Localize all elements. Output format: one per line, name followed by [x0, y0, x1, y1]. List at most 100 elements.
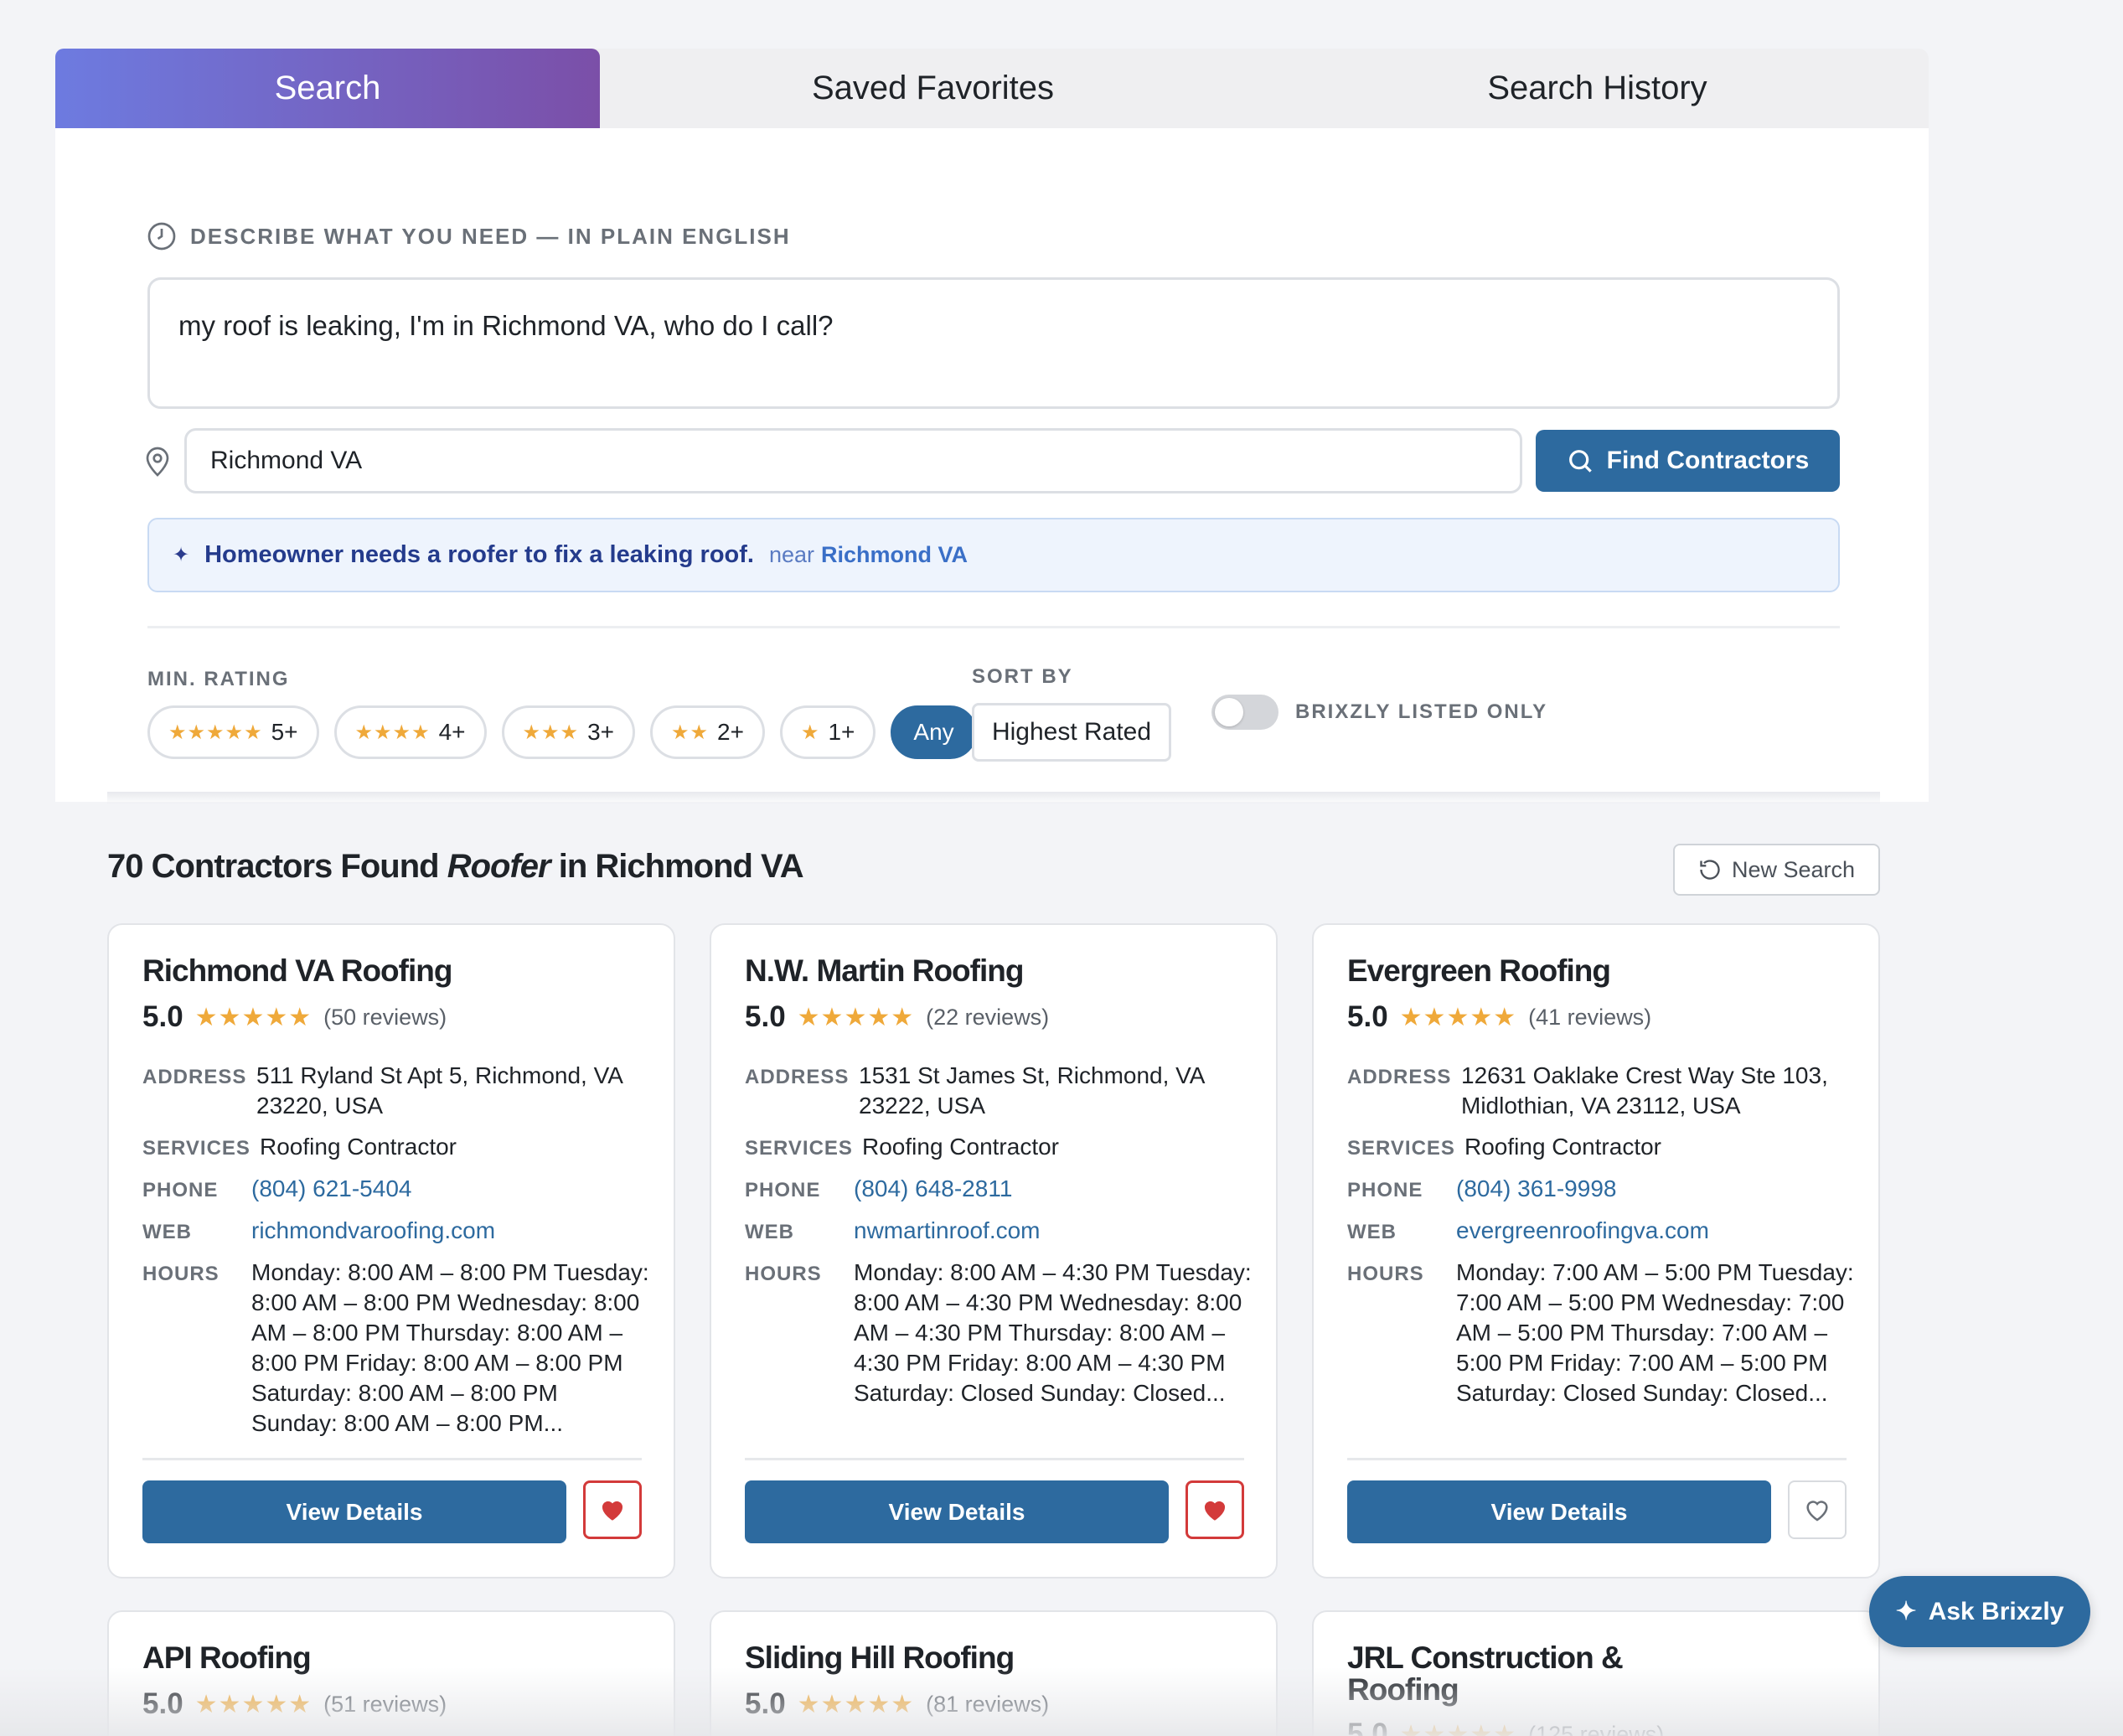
- search-icon: [1568, 450, 1592, 473]
- rating-chip-stars: ★★★★: [354, 721, 431, 744]
- rating-chip-label: 2+: [717, 719, 744, 745]
- contractor-name: Richmond VA Roofing: [142, 953, 452, 988]
- ask-brixzly-button[interactable]: ✦ Ask Brixzly: [1869, 1576, 2090, 1647]
- address-value: 1531 St James St, Richmond, VA 23222, US…: [859, 1062, 1204, 1119]
- rating-chip-5[interactable]: ★★★★★ 5+: [147, 705, 319, 759]
- rating-stars: ★★★★★: [194, 1690, 313, 1718]
- results-category: Roofer: [447, 848, 551, 885]
- review-count: (41 reviews): [1528, 1004, 1652, 1030]
- rating-chip-label: 5+: [271, 719, 298, 745]
- card-divider: [142, 1458, 642, 1460]
- web-label: WEB: [745, 1221, 794, 1243]
- sparkle-icon: ✦: [173, 544, 190, 566]
- results-count: 70 Contractors Found: [107, 848, 440, 885]
- rating-chip-2[interactable]: ★★ 2+: [650, 705, 765, 759]
- location-pin-icon: [146, 447, 169, 477]
- hours-label: HOURS: [1347, 1263, 1424, 1285]
- hours-value: Monday: 8:00 AM – 8:00 PM Tuesday: 8:00 …: [251, 1259, 649, 1436]
- card-divider: [745, 1458, 1244, 1460]
- review-count: (22 reviews): [926, 1004, 1050, 1030]
- review-count: (50 reviews): [323, 1004, 447, 1030]
- website-link[interactable]: nwmartinroof.com: [854, 1216, 1041, 1246]
- rating-row: 5.0 ★★★★★ (125 reviews): [1347, 1718, 1664, 1736]
- address-label: ADDRESS: [142, 1066, 247, 1088]
- find-contractors-button[interactable]: Find Contractors: [1536, 430, 1840, 492]
- rating-stars: ★★★★★: [1399, 1003, 1517, 1031]
- interpretation-summary: Homeowner needs a roofer to fix a leakin…: [204, 541, 754, 568]
- query-textarea[interactable]: my roof is leaking, I'm in Richmond VA, …: [147, 277, 1840, 409]
- tab-saved-favorites[interactable]: Saved Favorites: [600, 49, 1266, 128]
- interpretation-banner: ✦ Homeowner needs a roofer to fix a leak…: [147, 518, 1840, 592]
- rating-chip-label: Any: [913, 719, 954, 745]
- favorite-button[interactable]: [1185, 1480, 1244, 1539]
- tab-bar: Search Saved Favorites Search History: [55, 49, 1929, 128]
- rating-chip-stars: ★★: [671, 721, 710, 744]
- contractor-card: N.W. Martin Roofing 5.0 ★★★★★ (22 review…: [710, 923, 1278, 1578]
- rating-chip-label: 1+: [828, 719, 855, 745]
- tab-search[interactable]: Search: [55, 49, 600, 128]
- review-count: (51 reviews): [323, 1691, 447, 1717]
- rating-stars: ★★★★★: [1399, 1720, 1517, 1736]
- contractor-name: N.W. Martin Roofing: [745, 953, 1024, 988]
- listed-only-toggle[interactable]: [1211, 695, 1278, 730]
- rating-chip-3[interactable]: ★★★ 3+: [501, 705, 635, 759]
- rating-chip-any[interactable]: Any: [891, 705, 977, 759]
- new-search-button[interactable]: New Search: [1673, 844, 1880, 896]
- new-search-label: New Search: [1731, 856, 1856, 882]
- rating-score: 5.0: [1347, 1718, 1388, 1736]
- services-value: Roofing Contractor: [260, 1134, 457, 1160]
- refresh-icon: [1700, 860, 1720, 880]
- interpretation-near: near: [768, 542, 815, 567]
- rating-stars: ★★★★★: [797, 1003, 915, 1031]
- services-value: Roofing Contractor: [862, 1134, 1060, 1160]
- services-label: SERVICES: [142, 1137, 251, 1160]
- address-label: ADDRESS: [1347, 1066, 1452, 1088]
- sort-by-label: SORT BY: [972, 665, 1073, 688]
- rating-chip-stars: ★★★★★: [168, 721, 263, 744]
- phone-label: PHONE: [745, 1179, 821, 1201]
- view-details-button[interactable]: View Details: [142, 1480, 566, 1543]
- card-divider: [1347, 1458, 1847, 1460]
- clock-icon: [147, 222, 176, 251]
- find-contractors-label: Find Contractors: [1606, 447, 1810, 474]
- web-label: WEB: [142, 1221, 192, 1243]
- contractor-card: JRL Construction & Roofing 5.0 ★★★★★ (12…: [1312, 1610, 1880, 1736]
- services-label: SERVICES: [745, 1137, 853, 1160]
- rating-chip-1[interactable]: ★ 1+: [779, 705, 876, 759]
- divider: [147, 626, 1840, 628]
- rating-row: 5.0 ★★★★★ (41 reviews): [1347, 1000, 1651, 1034]
- toggle-knob: [1215, 698, 1243, 726]
- services-label: SERVICES: [1347, 1137, 1455, 1160]
- listed-only-label: BRIXZLY LISTED ONLY: [1295, 700, 1548, 723]
- sort-select[interactable]: Highest Rated: [972, 703, 1171, 762]
- heart-icon: [602, 1501, 623, 1521]
- hours-value: Monday: 8:00 AM – 4:30 PM Tuesday: 8:00 …: [854, 1259, 1252, 1406]
- rating-score: 5.0: [745, 1687, 786, 1720]
- hours-label: HOURS: [745, 1263, 822, 1285]
- results-location: in Richmond VA: [558, 848, 804, 885]
- ask-brixzly-label: Ask Brixzly: [1928, 1597, 2064, 1625]
- phone-label: PHONE: [1347, 1179, 1423, 1201]
- panel-shadow: [107, 792, 1880, 805]
- website-link[interactable]: evergreenroofingva.com: [1456, 1216, 1709, 1246]
- phone-link[interactable]: (804) 621-5404: [251, 1174, 411, 1204]
- rating-row: 5.0 ★★★★★ (51 reviews): [142, 1687, 447, 1721]
- rating-score: 5.0: [745, 1000, 786, 1033]
- describe-label-text: DESCRIBE WHAT YOU NEED — IN PLAIN ENGLIS…: [190, 223, 791, 249]
- rating-chip-4[interactable]: ★★★★ 4+: [333, 705, 487, 759]
- view-details-button[interactable]: View Details: [745, 1480, 1169, 1543]
- rating-row: 5.0 ★★★★★ (81 reviews): [745, 1687, 1049, 1721]
- rating-chip-label: 3+: [587, 719, 614, 745]
- website-link[interactable]: richmondvaroofing.com: [251, 1216, 495, 1246]
- phone-link[interactable]: (804) 361-9998: [1456, 1174, 1616, 1204]
- tab-search-history[interactable]: Search History: [1266, 49, 1929, 128]
- rating-filter: ★★★★★ 5+ ★★★★ 4+ ★★★ 3+ ★★ 2+ ★ 1+ Any: [147, 705, 977, 759]
- favorite-button[interactable]: [1788, 1480, 1847, 1539]
- view-details-button[interactable]: View Details: [1347, 1480, 1771, 1543]
- describe-label: DESCRIBE WHAT YOU NEED — IN PLAIN ENGLIS…: [147, 221, 791, 251]
- favorite-button[interactable]: [583, 1480, 642, 1539]
- phone-link[interactable]: (804) 648-2811: [854, 1174, 1012, 1204]
- heart-icon: [1204, 1501, 1226, 1521]
- web-label: WEB: [1347, 1221, 1397, 1243]
- location-input[interactable]: [184, 428, 1522, 493]
